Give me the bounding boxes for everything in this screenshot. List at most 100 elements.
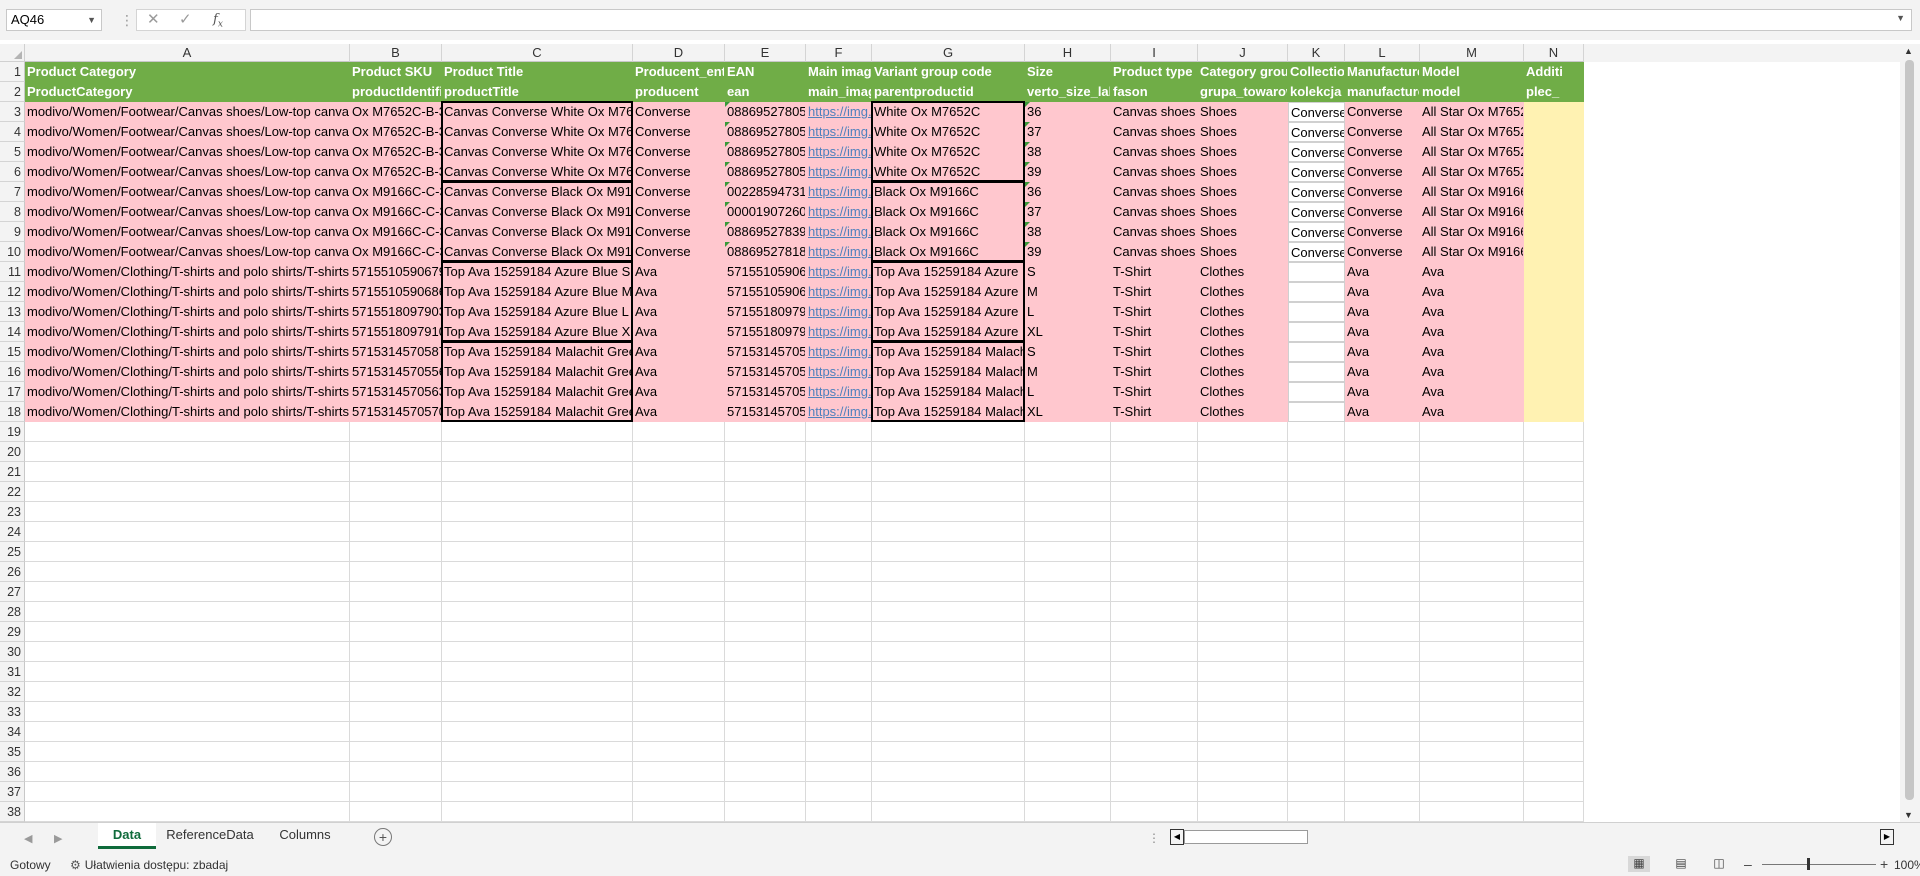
table-cell[interactable]: Clothes	[1198, 322, 1288, 342]
table-cell[interactable]: modivo/Women/Clothing/T-shirts and polo …	[25, 342, 350, 362]
empty-cell[interactable]	[1524, 602, 1584, 622]
empty-cell[interactable]	[806, 602, 872, 622]
header-cell[interactable]: Product SKU	[350, 62, 442, 82]
empty-cell[interactable]	[350, 682, 442, 702]
empty-cell[interactable]	[25, 762, 350, 782]
empty-cell[interactable]	[1420, 562, 1524, 582]
header-cell[interactable]: Producent_entity	[633, 62, 725, 82]
table-cell[interactable]: 5715510590686	[350, 282, 442, 302]
table-cell[interactable]: 5715510590679	[350, 262, 442, 282]
table-cell[interactable]: Converse	[1345, 142, 1420, 162]
name-box[interactable]: AQ46 ▼	[6, 9, 102, 31]
vertical-scrollbar[interactable]: ▲ ▼	[1900, 44, 1920, 822]
empty-cell[interactable]	[806, 422, 872, 442]
table-cell[interactable]: Canvas Converse White Ox M7652C 37	[442, 122, 633, 142]
empty-cell[interactable]	[25, 562, 350, 582]
table-cell[interactable]: All Star Ox M7652C	[1420, 162, 1524, 182]
row-header-15[interactable]: 15	[0, 342, 25, 362]
empty-cell[interactable]	[1288, 682, 1345, 702]
empty-cell[interactable]	[633, 502, 725, 522]
empty-cell[interactable]	[1198, 602, 1288, 622]
empty-cell[interactable]	[806, 682, 872, 702]
table-cell[interactable]: Converse	[1345, 202, 1420, 222]
row-header-37[interactable]: 37	[0, 782, 25, 802]
column-header-i[interactable]: I	[1111, 44, 1198, 62]
empty-cell[interactable]	[25, 742, 350, 762]
table-cell[interactable]	[1288, 402, 1345, 422]
empty-cell[interactable]	[1524, 702, 1584, 722]
empty-cell[interactable]	[1198, 682, 1288, 702]
table-cell[interactable]: Converse	[1345, 162, 1420, 182]
empty-cell[interactable]	[806, 462, 872, 482]
table-cell[interactable]: T-Shirt	[1111, 302, 1198, 322]
row-header-38[interactable]: 38	[0, 802, 25, 822]
empty-cell[interactable]	[725, 422, 806, 442]
header-cell[interactable]: Product type	[1111, 62, 1198, 82]
worksheet-grid[interactable]: Product Category Product SKU Product Title…	[25, 62, 1900, 822]
row-header-29[interactable]: 29	[0, 622, 25, 642]
empty-cell[interactable]	[1198, 702, 1288, 722]
table-cell[interactable]: Converse	[633, 202, 725, 222]
table-cell[interactable]: Converse	[633, 242, 725, 262]
table-cell[interactable]: Top Ava 15259184 Azure	[872, 282, 1025, 302]
column-header-d[interactable]: D	[633, 44, 725, 62]
empty-cell[interactable]	[1025, 442, 1111, 462]
table-cell[interactable]: 5715518097910	[725, 322, 806, 342]
table-cell[interactable]: Top Ava 15259184 Azure	[872, 322, 1025, 342]
empty-cell[interactable]	[633, 722, 725, 742]
table-cell[interactable]: Ava	[1345, 342, 1420, 362]
zoom-out-icon[interactable]: –	[1744, 856, 1752, 872]
empty-cell[interactable]	[1198, 802, 1288, 822]
table-cell[interactable]: modivo/Women/Clothing/T-shirts and polo …	[25, 402, 350, 422]
empty-cell[interactable]	[1111, 762, 1198, 782]
empty-cell[interactable]	[1025, 542, 1111, 562]
empty-cell[interactable]	[1025, 642, 1111, 662]
empty-cell[interactable]	[633, 762, 725, 782]
empty-cell[interactable]	[25, 422, 350, 442]
table-cell[interactable]: Ox M7652C-B-36	[350, 102, 442, 122]
table-cell[interactable]: Ava	[633, 282, 725, 302]
empty-cell[interactable]	[872, 542, 1025, 562]
empty-cell[interactable]	[1025, 802, 1111, 822]
table-cell[interactable]: Ava	[1420, 262, 1524, 282]
table-cell[interactable]: Top Ava 15259184 Azure	[872, 302, 1025, 322]
empty-cell[interactable]	[725, 482, 806, 502]
sheet-tab-data[interactable]: Data	[98, 823, 156, 849]
table-cell[interactable]: https://img.e	[806, 182, 872, 202]
row-header-27[interactable]: 27	[0, 582, 25, 602]
table-cell[interactable]: Ava	[1345, 382, 1420, 402]
table-cell[interactable]	[1288, 362, 1345, 382]
empty-cell[interactable]	[725, 622, 806, 642]
table-cell[interactable]: Ox M9166C-C-36	[350, 182, 442, 202]
empty-cell[interactable]	[806, 622, 872, 642]
table-cell[interactable]: modivo/Women/Footwear/Canvas shoes/Low-t…	[25, 242, 350, 262]
empty-cell[interactable]	[1025, 622, 1111, 642]
empty-cell[interactable]	[806, 482, 872, 502]
empty-cell[interactable]	[442, 482, 633, 502]
empty-cell[interactable]	[25, 682, 350, 702]
table-cell[interactable]: 5715314570556	[725, 362, 806, 382]
table-cell[interactable]: M	[1025, 362, 1111, 382]
empty-cell[interactable]	[25, 482, 350, 502]
table-cell[interactable]	[1288, 302, 1345, 322]
table-cell[interactable]: Top Ava 15259184 Malachit Green S	[442, 342, 633, 362]
empty-cell[interactable]	[725, 782, 806, 802]
table-cell[interactable]: Clothes	[1198, 262, 1288, 282]
table-cell[interactable]: Ox M9166C-C-39	[350, 242, 442, 262]
empty-cell[interactable]	[1345, 722, 1420, 742]
table-cell[interactable]: Black Ox M9166C	[872, 182, 1025, 202]
table-cell[interactable]: https://img.m	[806, 282, 872, 302]
empty-cell[interactable]	[1420, 542, 1524, 562]
scroll-right-icon[interactable]: ▶	[1880, 829, 1894, 845]
empty-cell[interactable]	[25, 662, 350, 682]
plus-circle-icon[interactable]: +	[374, 828, 392, 846]
empty-cell[interactable]	[442, 462, 633, 482]
table-cell[interactable]: Ox M7652C-B-37	[350, 122, 442, 142]
table-cell[interactable]: Converse	[1345, 242, 1420, 262]
empty-cell[interactable]	[442, 642, 633, 662]
horizontal-scroll-thumb[interactable]	[1184, 830, 1308, 844]
table-cell[interactable]: Canvas Converse Black Ox M9166C 39	[442, 242, 633, 262]
column-header-n[interactable]: N	[1524, 44, 1584, 62]
empty-cell[interactable]	[872, 682, 1025, 702]
empty-cell[interactable]	[1198, 662, 1288, 682]
